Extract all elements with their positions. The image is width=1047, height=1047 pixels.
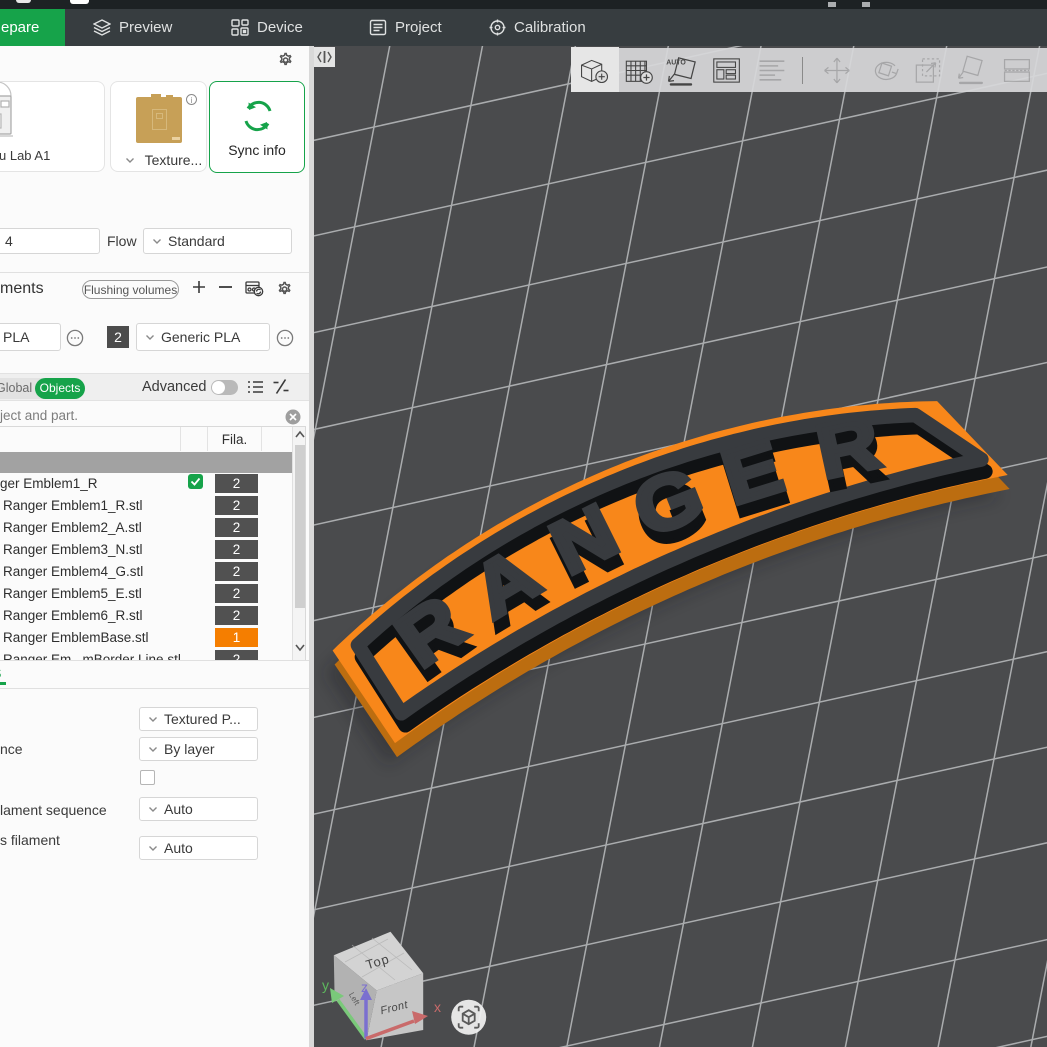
svg-text:y: y	[322, 977, 329, 993]
svg-text:x: x	[434, 999, 441, 1015]
svg-text:z: z	[361, 979, 368, 995]
